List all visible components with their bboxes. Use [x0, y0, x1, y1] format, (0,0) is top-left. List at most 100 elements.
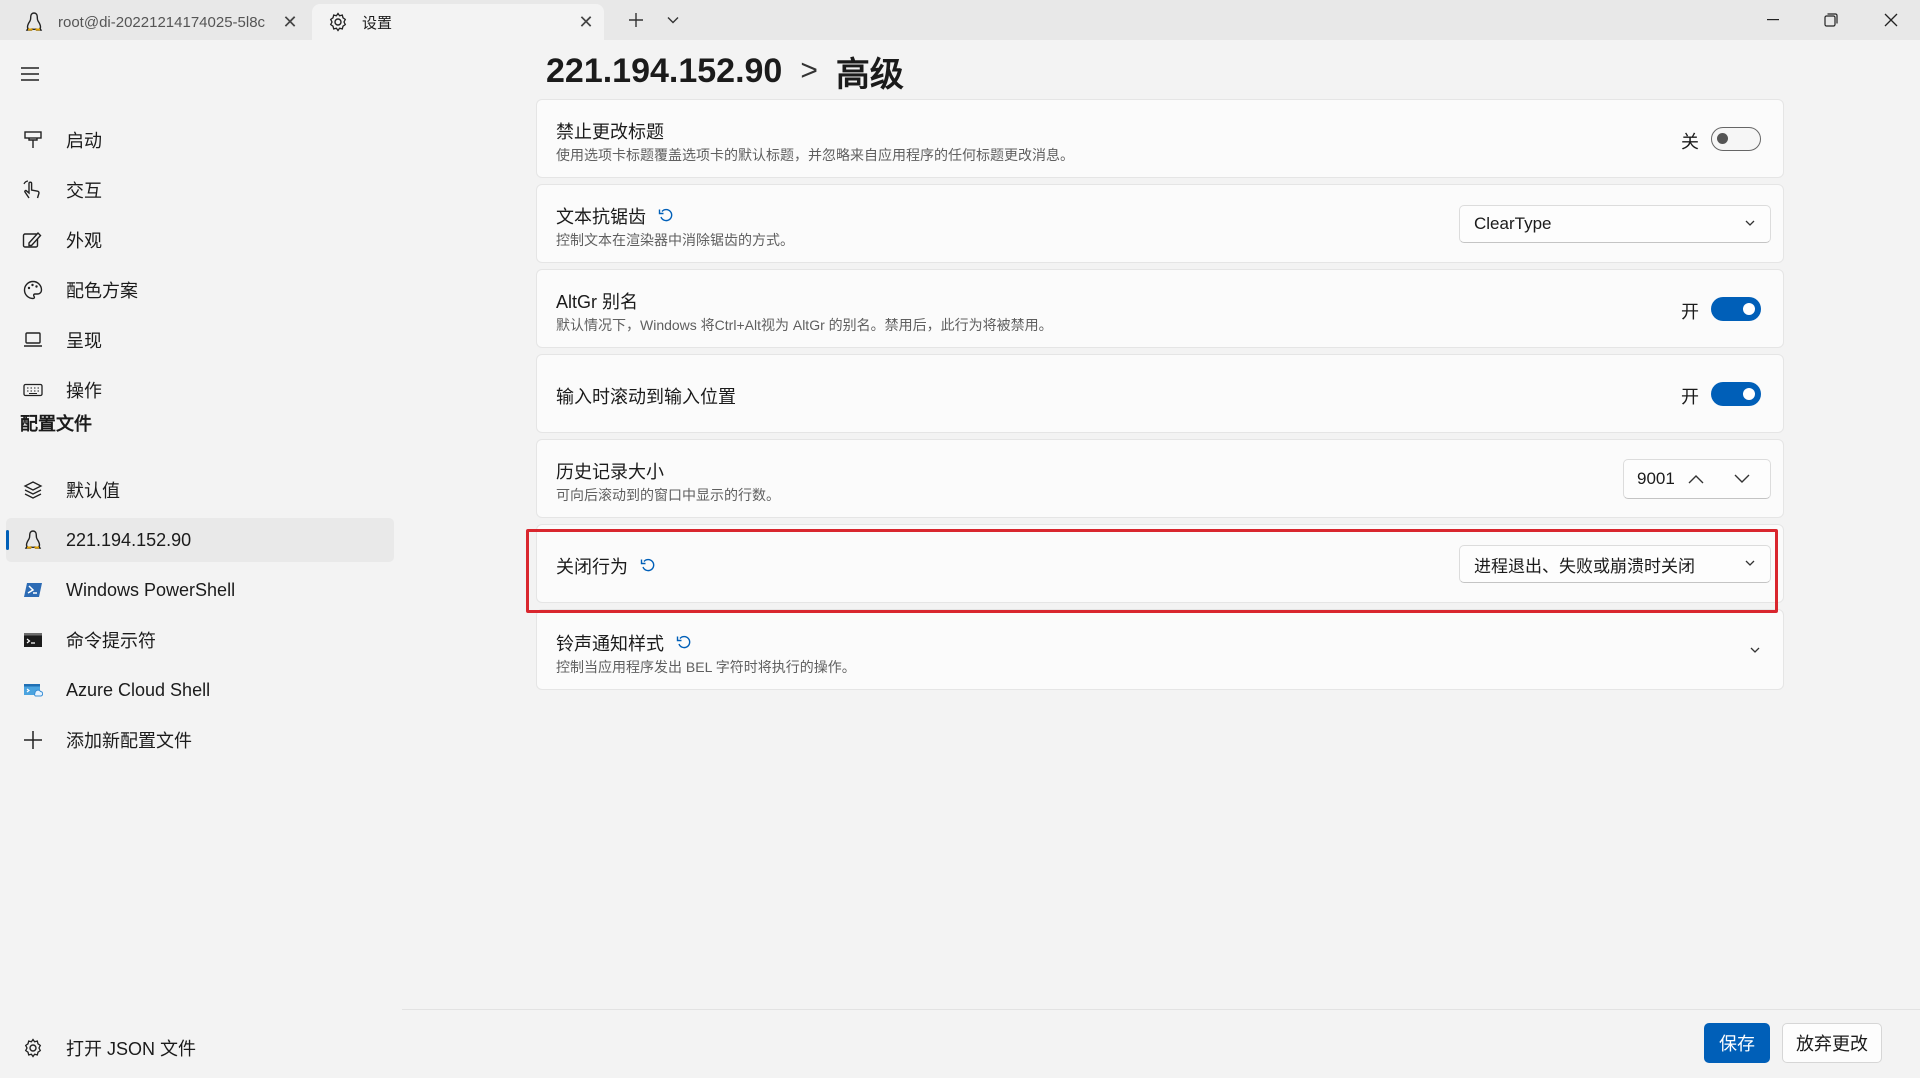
restore-button[interactable] — [1802, 0, 1860, 40]
rendering-icon — [18, 328, 48, 352]
sidebar-item-label: 启动 — [66, 131, 102, 151]
setting-suppress-title-changes: 禁止更改标题 使用选项卡标题覆盖选项卡的默认标题，并忽略来自应用程序的任何标题更… — [536, 99, 1784, 178]
setting-title: 文本抗锯齿 — [556, 203, 674, 229]
open-json-button[interactable]: 打开 JSON 文件 — [6, 1026, 394, 1070]
footer-divider — [402, 1009, 1920, 1010]
sidebar-item-label: 配色方案 — [66, 281, 138, 301]
minimize-icon — [1767, 19, 1779, 21]
setting-close-behavior: 关闭行为 进程退出、失败或崩溃时关闭 — [536, 524, 1784, 603]
sidebar-item-azure[interactable]: Azure Cloud Shell — [6, 668, 394, 712]
increment-button[interactable] — [1678, 460, 1714, 498]
sidebar-item-appearance[interactable]: 外观 — [6, 218, 394, 262]
suppress-title-toggle[interactable] — [1711, 127, 1761, 151]
setting-title: 禁止更改标题 — [556, 122, 664, 142]
setting-description: 默认情况下，Windows 将Ctrl+Alt视为 AltGr 的别名。禁用后，… — [556, 317, 1053, 333]
dropdown-value: ClearType — [1474, 214, 1552, 233]
scroll-on-input-toggle[interactable] — [1711, 382, 1761, 406]
setting-title: 关闭行为 — [556, 553, 656, 579]
breadcrumb-separator: > — [800, 54, 818, 87]
chevron-down-icon — [1745, 560, 1755, 566]
sidebar-item-color-schemes[interactable]: 配色方案 — [6, 268, 394, 312]
breadcrumb: 221.194.152.90 > 高级 — [546, 48, 904, 94]
sidebar-item-profile-ssh[interactable]: 221.194.152.90 — [6, 518, 394, 562]
setting-description: 控制文本在渲染器中消除锯齿的方式。 — [556, 232, 794, 248]
cmd-icon — [18, 628, 48, 652]
chevron-down-icon — [1734, 474, 1750, 483]
hamburger-menu-button[interactable] — [16, 60, 44, 88]
linux-tux-icon — [22, 10, 46, 34]
decrement-button[interactable] — [1724, 460, 1760, 498]
interaction-icon — [18, 178, 48, 202]
palette-icon — [18, 278, 48, 302]
setting-title-text: 铃声通知样式 — [556, 634, 664, 654]
setting-title: 输入时滚动到输入位置 — [556, 387, 736, 407]
sidebar-item-defaults[interactable]: 默认值 — [6, 468, 394, 512]
setting-scroll-on-input: 输入时滚动到输入位置 开 — [536, 354, 1784, 433]
chevron-down-icon — [1750, 647, 1760, 653]
sidebar-item-powershell[interactable]: Windows PowerShell — [6, 568, 394, 612]
dropdown-value: 进程退出、失败或崩溃时关闭 — [1474, 556, 1695, 576]
sidebar-item-label: 交互 — [66, 181, 102, 201]
save-button[interactable]: 保存 — [1704, 1023, 1770, 1063]
chevron-down-icon — [667, 17, 679, 24]
toggle-state-label: 开 — [1681, 302, 1699, 322]
close-icon[interactable]: ✕ — [272, 7, 308, 37]
minimize-button[interactable] — [1744, 0, 1802, 40]
close-behavior-dropdown[interactable]: 进程退出、失败或崩溃时关闭 — [1459, 545, 1771, 583]
sidebar-item-label: 默认值 — [66, 481, 120, 501]
antialiasing-dropdown[interactable]: ClearType — [1459, 205, 1771, 243]
title-bar: root@di-20221214174025-5l8c ✕ 设置 ✕ — [0, 0, 1920, 40]
setting-text-antialiasing: 文本抗锯齿 控制文本在渲染器中消除锯齿的方式。 ClearType — [536, 184, 1784, 263]
number-value: 9001 — [1637, 469, 1675, 488]
sidebar-item-startup[interactable]: 启动 — [6, 118, 394, 162]
new-tab-button[interactable] — [620, 4, 652, 36]
setting-history-size: 历史记录大小 可向后滚动到的窗口中显示的行数。 9001 — [536, 439, 1784, 518]
gear-icon — [18, 1036, 48, 1060]
reset-icon[interactable] — [640, 558, 656, 574]
sidebar-item-label: 呈现 — [66, 331, 102, 351]
setting-description: 使用选项卡标题覆盖选项卡的默认标题，并忽略来自应用程序的任何标题更改消息。 — [556, 147, 1074, 163]
linux-tux-icon — [18, 528, 48, 552]
layers-icon — [18, 478, 48, 502]
altgr-toggle[interactable] — [1711, 297, 1761, 321]
sidebar-item-label: 命令提示符 — [66, 631, 156, 651]
setting-description: 可向后滚动到的窗口中显示的行数。 — [556, 487, 780, 503]
sidebar-item-label: 操作 — [66, 381, 102, 401]
close-window-button[interactable] — [1862, 0, 1920, 40]
tab-title: root@di-20221214174025-5l8c — [58, 13, 266, 31]
setting-title: AltGr 别名 — [556, 292, 639, 312]
azure-icon — [18, 678, 48, 702]
reset-icon[interactable] — [676, 635, 692, 651]
breadcrumb-parent[interactable]: 221.194.152.90 — [546, 52, 782, 91]
tab-terminal[interactable]: root@di-20221214174025-5l8c ✕ — [8, 4, 308, 40]
sidebar-item-interaction[interactable]: 交互 — [6, 168, 394, 212]
sidebar-item-label: 外观 — [66, 231, 102, 251]
menu-icon — [21, 67, 39, 81]
setting-title: 铃声通知样式 — [556, 630, 692, 656]
tab-settings[interactable]: 设置 ✕ — [312, 4, 604, 40]
sidebar-item-label: 添加新配置文件 — [66, 731, 192, 751]
close-icon[interactable]: ✕ — [568, 7, 604, 37]
close-icon — [1884, 13, 1898, 27]
history-size-input[interactable]: 9001 — [1623, 459, 1771, 499]
reset-icon[interactable] — [658, 208, 674, 224]
sidebar-item-label: Azure Cloud Shell — [66, 679, 211, 700]
tab-title: 设置 — [362, 14, 393, 32]
sidebar-item-rendering[interactable]: 呈现 — [6, 318, 394, 362]
setting-title: 历史记录大小 — [556, 462, 664, 482]
add-profile-button[interactable]: 添加新配置文件 — [6, 718, 394, 762]
appearance-icon — [18, 228, 48, 252]
plus-icon — [18, 728, 48, 752]
open-json-label: 打开 JSON 文件 — [66, 1039, 197, 1059]
toggle-state-label: 开 — [1681, 387, 1699, 407]
tab-dropdown-button[interactable] — [658, 4, 688, 36]
sidebar-item-label: 221.194.152.90 — [66, 529, 192, 550]
sidebar: 启动 交互 外观 配色方案 呈现 操作 配置文件 默认值 221.194.152… — [0, 40, 400, 1078]
setting-title-text: 文本抗锯齿 — [556, 207, 646, 227]
setting-bell-notification-style[interactable]: 铃声通知样式 控制当应用程序发出 BEL 字符时将执行的操作。 — [536, 609, 1784, 690]
discard-changes-button[interactable]: 放弃更改 — [1782, 1023, 1882, 1063]
plus-icon — [629, 13, 643, 27]
setting-title-text: 关闭行为 — [556, 557, 628, 577]
sidebar-item-actions[interactable]: 操作 — [6, 368, 394, 412]
sidebar-item-cmd[interactable]: 命令提示符 — [6, 618, 394, 662]
